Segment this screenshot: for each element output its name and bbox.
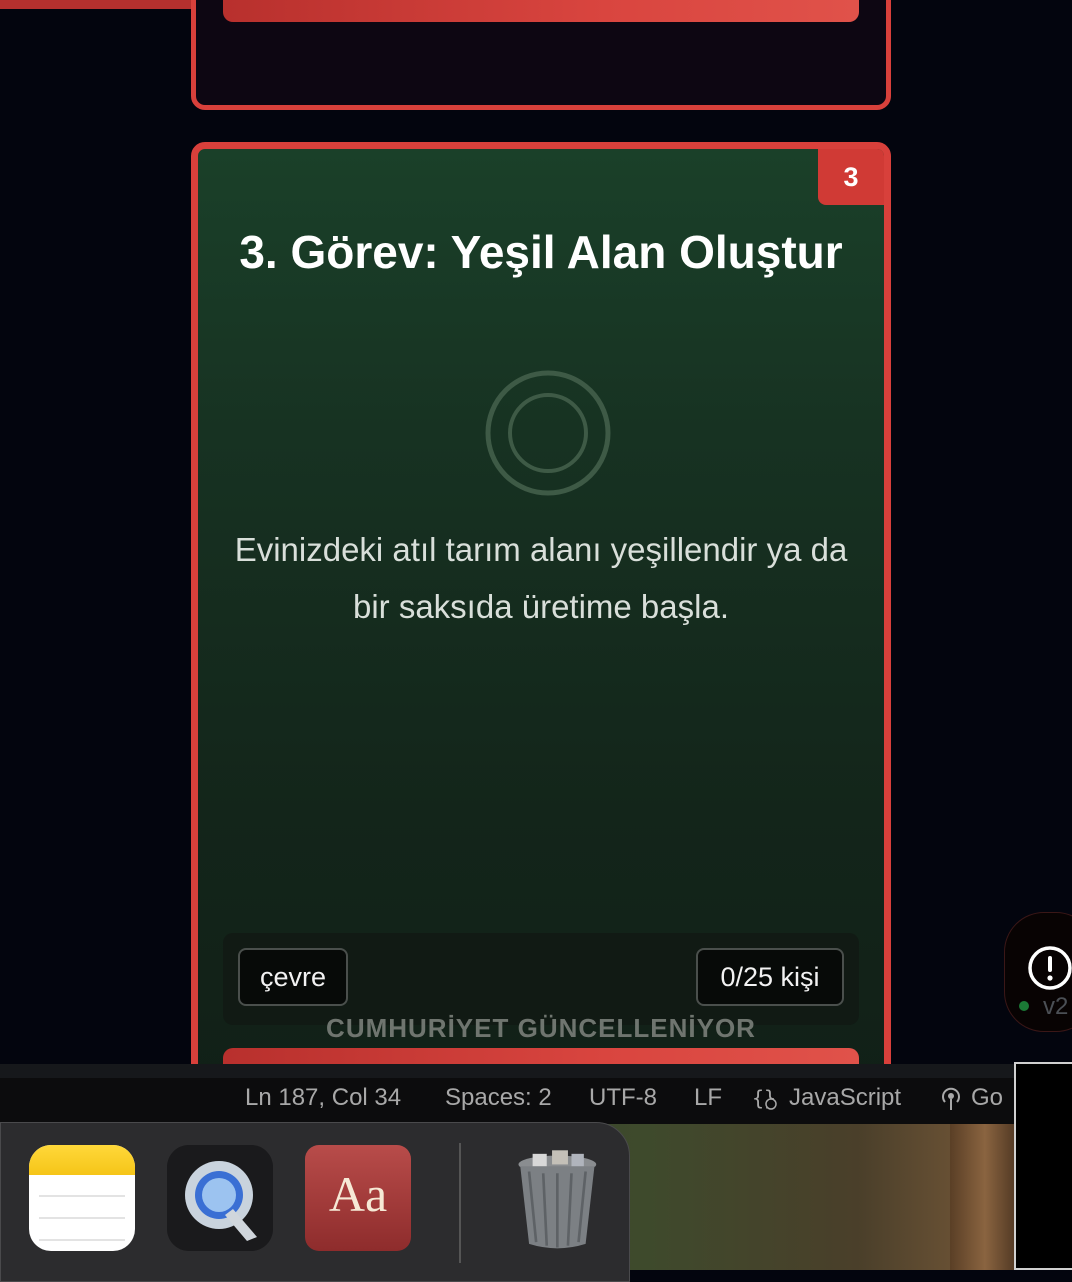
indentation-setting[interactable]: Spaces: 2 (445, 1084, 552, 1112)
update-status-text: CUMHURİYET GÜNCELLENİYOR (326, 1013, 756, 1043)
go-live-button[interactable]: Go (971, 1084, 1003, 1112)
wallpaper-tree-trunk (950, 1124, 1020, 1270)
side-window-edge (1014, 1062, 1072, 1270)
version-label: v2 (1043, 993, 1069, 1020)
mission-title: 3. Görev: Yeşil Alan Oluştur (239, 226, 843, 278)
alert-icon[interactable] (1027, 945, 1072, 991)
participant-count: 0/25 kişi (696, 948, 844, 1006)
dock: Aa (0, 1122, 630, 1282)
mission-description: Evinizdeki atıl tarım alanı yeşillendir … (234, 531, 848, 625)
join-mission-button[interactable]: Göreve Katıl (223, 0, 859, 22)
quicktime-app-icon[interactable] (167, 1145, 273, 1251)
category-tag[interactable]: çevre (238, 948, 348, 1006)
floating-status-widget[interactable]: v2 (1004, 912, 1072, 1032)
online-status-dot (1019, 1001, 1029, 1011)
mission-join-button[interactable] (223, 1048, 859, 1064)
cursor-position[interactable]: Ln 187, Col 34 (245, 1084, 401, 1112)
app-viewport: Göreve Katıl 3 3. Görev: Yeşil Alan Oluş… (0, 0, 1072, 1064)
trash-icon[interactable] (507, 1145, 613, 1251)
file-encoding[interactable]: UTF-8 (589, 1084, 657, 1112)
dictionary-glyph: Aa (328, 1166, 388, 1222)
broadcast-icon[interactable] (938, 1084, 964, 1112)
editor-status-bar: Ln 187, Col 34 Spaces: 2 UTF-8 LF {} Jav… (0, 1064, 1072, 1124)
dictionary-app-icon[interactable]: Aa (305, 1145, 411, 1251)
line-ending[interactable]: LF (694, 1084, 722, 1112)
mission-meta-bar: çevre 0/25 kişi (223, 933, 859, 1025)
dock-separator (459, 1143, 461, 1263)
mission-card: 3 3. Görev: Yeşil Alan Oluştur Evinizdek… (191, 142, 891, 1064)
notes-app-icon[interactable] (29, 1145, 135, 1251)
language-mode[interactable]: JavaScript (789, 1084, 901, 1112)
previous-mission-card: Göreve Katıl (191, 0, 891, 110)
braces-icon[interactable]: {} (752, 1084, 780, 1112)
ring-icon (485, 370, 611, 496)
mission-number-badge: 3 (818, 149, 884, 205)
